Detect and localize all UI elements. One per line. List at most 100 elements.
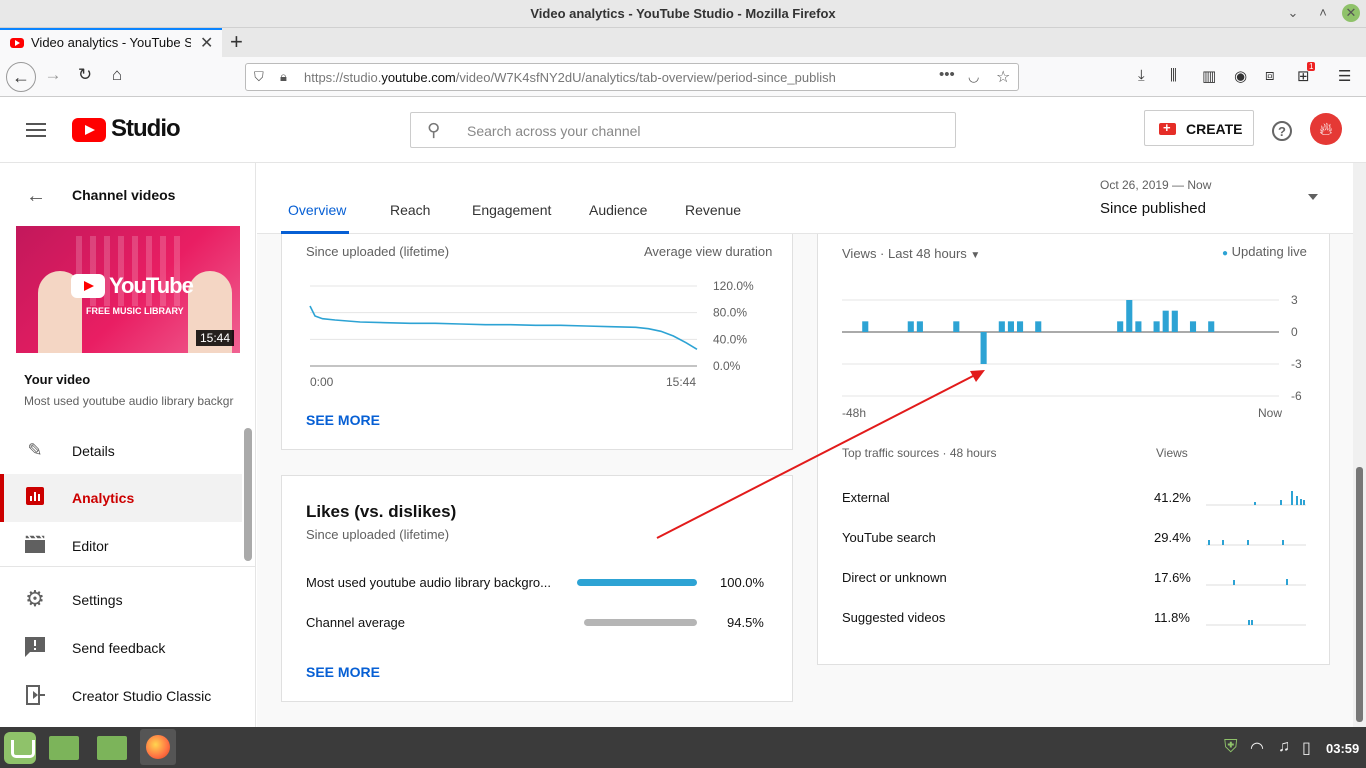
studio-logo-text[interactable]: Studio	[111, 115, 181, 143]
page-scrollbar[interactable]	[1353, 163, 1366, 727]
likes-row-label: Channel average	[306, 615, 406, 630]
likes-bar-channel-average	[584, 619, 697, 626]
clapperboard-icon	[24, 534, 46, 557]
y-tick-label: -3	[1291, 357, 1302, 371]
sparkline-bar	[1303, 500, 1305, 505]
flame-icon: 🔥︎	[1319, 119, 1333, 139]
folder-icon[interactable]	[49, 736, 79, 760]
likes-see-more-button[interactable]: SEE MORE	[306, 664, 380, 680]
menu-icon[interactable]: ☰	[1338, 67, 1351, 85]
likes-card: Likes (vs. dislikes) Since uploaded (lif…	[281, 475, 793, 702]
traffic-sparkline	[1206, 620, 1306, 626]
sidebar-scrollbar[interactable]	[244, 428, 252, 561]
notification-extension-icon[interactable]: ⊞ 1	[1297, 62, 1316, 85]
traffic-source-name: Suggested videos	[842, 610, 946, 625]
period-range[interactable]: Oct 26, 2019 — Now	[1100, 178, 1211, 192]
sidebar-icon[interactable]: ▥	[1202, 67, 1216, 85]
traffic-source-percent: 41.2%	[1154, 490, 1191, 505]
firefox-icon[interactable]	[140, 729, 176, 765]
new-tab-icon[interactable]: +	[230, 29, 243, 55]
analytics-icon	[24, 487, 46, 509]
your-video-label: Your video	[24, 372, 91, 387]
tab-overview[interactable]: Overview	[288, 202, 346, 218]
lock-icon[interactable]: 🔒︎	[280, 69, 287, 85]
shield-icon[interactable]: ⛉	[254, 69, 264, 85]
traffic-sparkline	[1206, 491, 1306, 506]
mint-menu-icon[interactable]	[4, 732, 36, 764]
likes-row-label: Most used youtube audio library backgro.…	[306, 575, 551, 590]
url-text[interactable]: https://studio.youtube.com/video/W7K4sfN…	[304, 70, 836, 85]
likes-title: Likes (vs. dislikes)	[306, 502, 457, 521]
downloads-icon[interactable]: ⤓	[1138, 67, 1145, 84]
extension-icon[interactable]: ⧈	[1265, 67, 1275, 84]
battery-icon[interactable]: ▯	[1302, 738, 1311, 758]
sidebar-item-send-feedback[interactable]: Send feedback	[0, 624, 242, 672]
traffic-source-name: Direct or unknown	[842, 570, 947, 585]
create-button[interactable]: CREATE	[1144, 110, 1254, 146]
notification-badge: 1	[1307, 62, 1316, 71]
sparkline-bar	[1248, 620, 1250, 625]
browser-tab[interactable]: Video analytics - YouTube S ✕	[0, 28, 222, 57]
sidebar-item-settings[interactable]: ⚙ Settings	[0, 576, 242, 624]
library-icon[interactable]: ⫼	[1170, 67, 1177, 84]
thumbnail-brand: YouTube	[109, 273, 194, 298]
shield-check-icon[interactable]: ⛨	[1224, 736, 1238, 757]
traffic-source-row: Suggested videos 11.8%	[818, 610, 1331, 640]
tab-audience[interactable]: Audience	[589, 202, 647, 218]
traffic-sources-title: Top traffic sources · 48 hours	[842, 446, 997, 460]
period-label[interactable]: Since published	[1100, 200, 1206, 217]
sparkline-bar	[1233, 580, 1235, 585]
retention-see-more-button[interactable]: SEE MORE	[306, 412, 380, 428]
period-dropdown-caret-icon[interactable]	[1308, 194, 1318, 200]
minimize-icon[interactable]: ⌄	[1284, 4, 1302, 22]
channel-avatar[interactable]: 🔥︎	[1310, 113, 1342, 145]
maximize-icon[interactable]: ˄	[1314, 4, 1332, 22]
sidebar-item-analytics[interactable]: Analytics	[0, 474, 242, 522]
traffic-source-row: External 41.2%	[818, 490, 1331, 520]
home-icon[interactable]: ⌂	[105, 65, 129, 85]
folder-icon[interactable]	[97, 736, 127, 760]
realtime-bar	[1189, 321, 1197, 332]
search-input[interactable]: ⚲ Search across your channel	[410, 112, 956, 148]
bookmark-star-icon[interactable]: ☆	[996, 67, 1010, 87]
active-tab-indicator	[281, 231, 349, 234]
traffic-source-name: YouTube search	[842, 530, 936, 545]
y-tick-label: 3	[1291, 293, 1298, 307]
sidebar-item-details[interactable]: ✎ Details	[0, 427, 242, 475]
hamburger-menu-icon[interactable]	[26, 123, 46, 137]
forward-icon[interactable]: →	[41, 65, 65, 85]
close-window-icon[interactable]: ✕	[1342, 4, 1360, 22]
sparkline-bar	[1282, 540, 1284, 545]
youtube-logo-icon[interactable]	[72, 118, 106, 142]
pocket-icon[interactable]: ◡	[968, 69, 979, 85]
tab-reach[interactable]: Reach	[390, 202, 430, 218]
sidebar-item-editor[interactable]: Editor	[0, 522, 242, 570]
channel-videos-title[interactable]: Channel videos	[72, 187, 175, 203]
tab-engagement[interactable]: Engagement	[472, 202, 551, 218]
sparkline-bar	[1300, 499, 1302, 505]
sidebar-item-creator-studio-classic[interactable]: Creator Studio Classic	[0, 672, 242, 720]
sidebar-item-label: Creator Studio Classic	[72, 688, 212, 704]
sidebar-item-label: Settings	[72, 592, 123, 608]
tab-revenue[interactable]: Revenue	[685, 202, 741, 218]
video-thumbnail[interactable]: YouTube FREE MUSIC LIBRARY 15:44	[16, 226, 240, 353]
traffic-source-percent: 17.6%	[1154, 570, 1191, 585]
wifi-icon[interactable]: ◠	[1250, 738, 1264, 758]
back-arrow-icon[interactable]: ←	[26, 185, 46, 208]
close-tab-icon[interactable]: ✕	[200, 33, 213, 53]
create-button-label: CREATE	[1186, 121, 1243, 137]
back-icon[interactable]: ←	[6, 62, 36, 92]
account-icon[interactable]: ◉	[1234, 67, 1247, 85]
page-scrollbar-thumb[interactable]	[1356, 467, 1363, 722]
youtube-play-icon	[71, 274, 105, 298]
url-bar[interactable]: ⛉ 🔒︎ https://studio.youtube.com/video/W7…	[245, 63, 1019, 91]
sparkline-bar	[1291, 491, 1293, 505]
reload-icon[interactable]: ↻	[73, 65, 97, 85]
sound-icon[interactable]: ♫	[1278, 738, 1290, 756]
realtime-bar	[1208, 321, 1215, 332]
help-icon[interactable]: ?	[1272, 121, 1292, 141]
sparkline-bar	[1208, 540, 1210, 545]
page-actions-icon[interactable]: •••	[939, 66, 955, 83]
realtime-bar	[953, 321, 960, 332]
realtime-bar	[907, 321, 914, 332]
